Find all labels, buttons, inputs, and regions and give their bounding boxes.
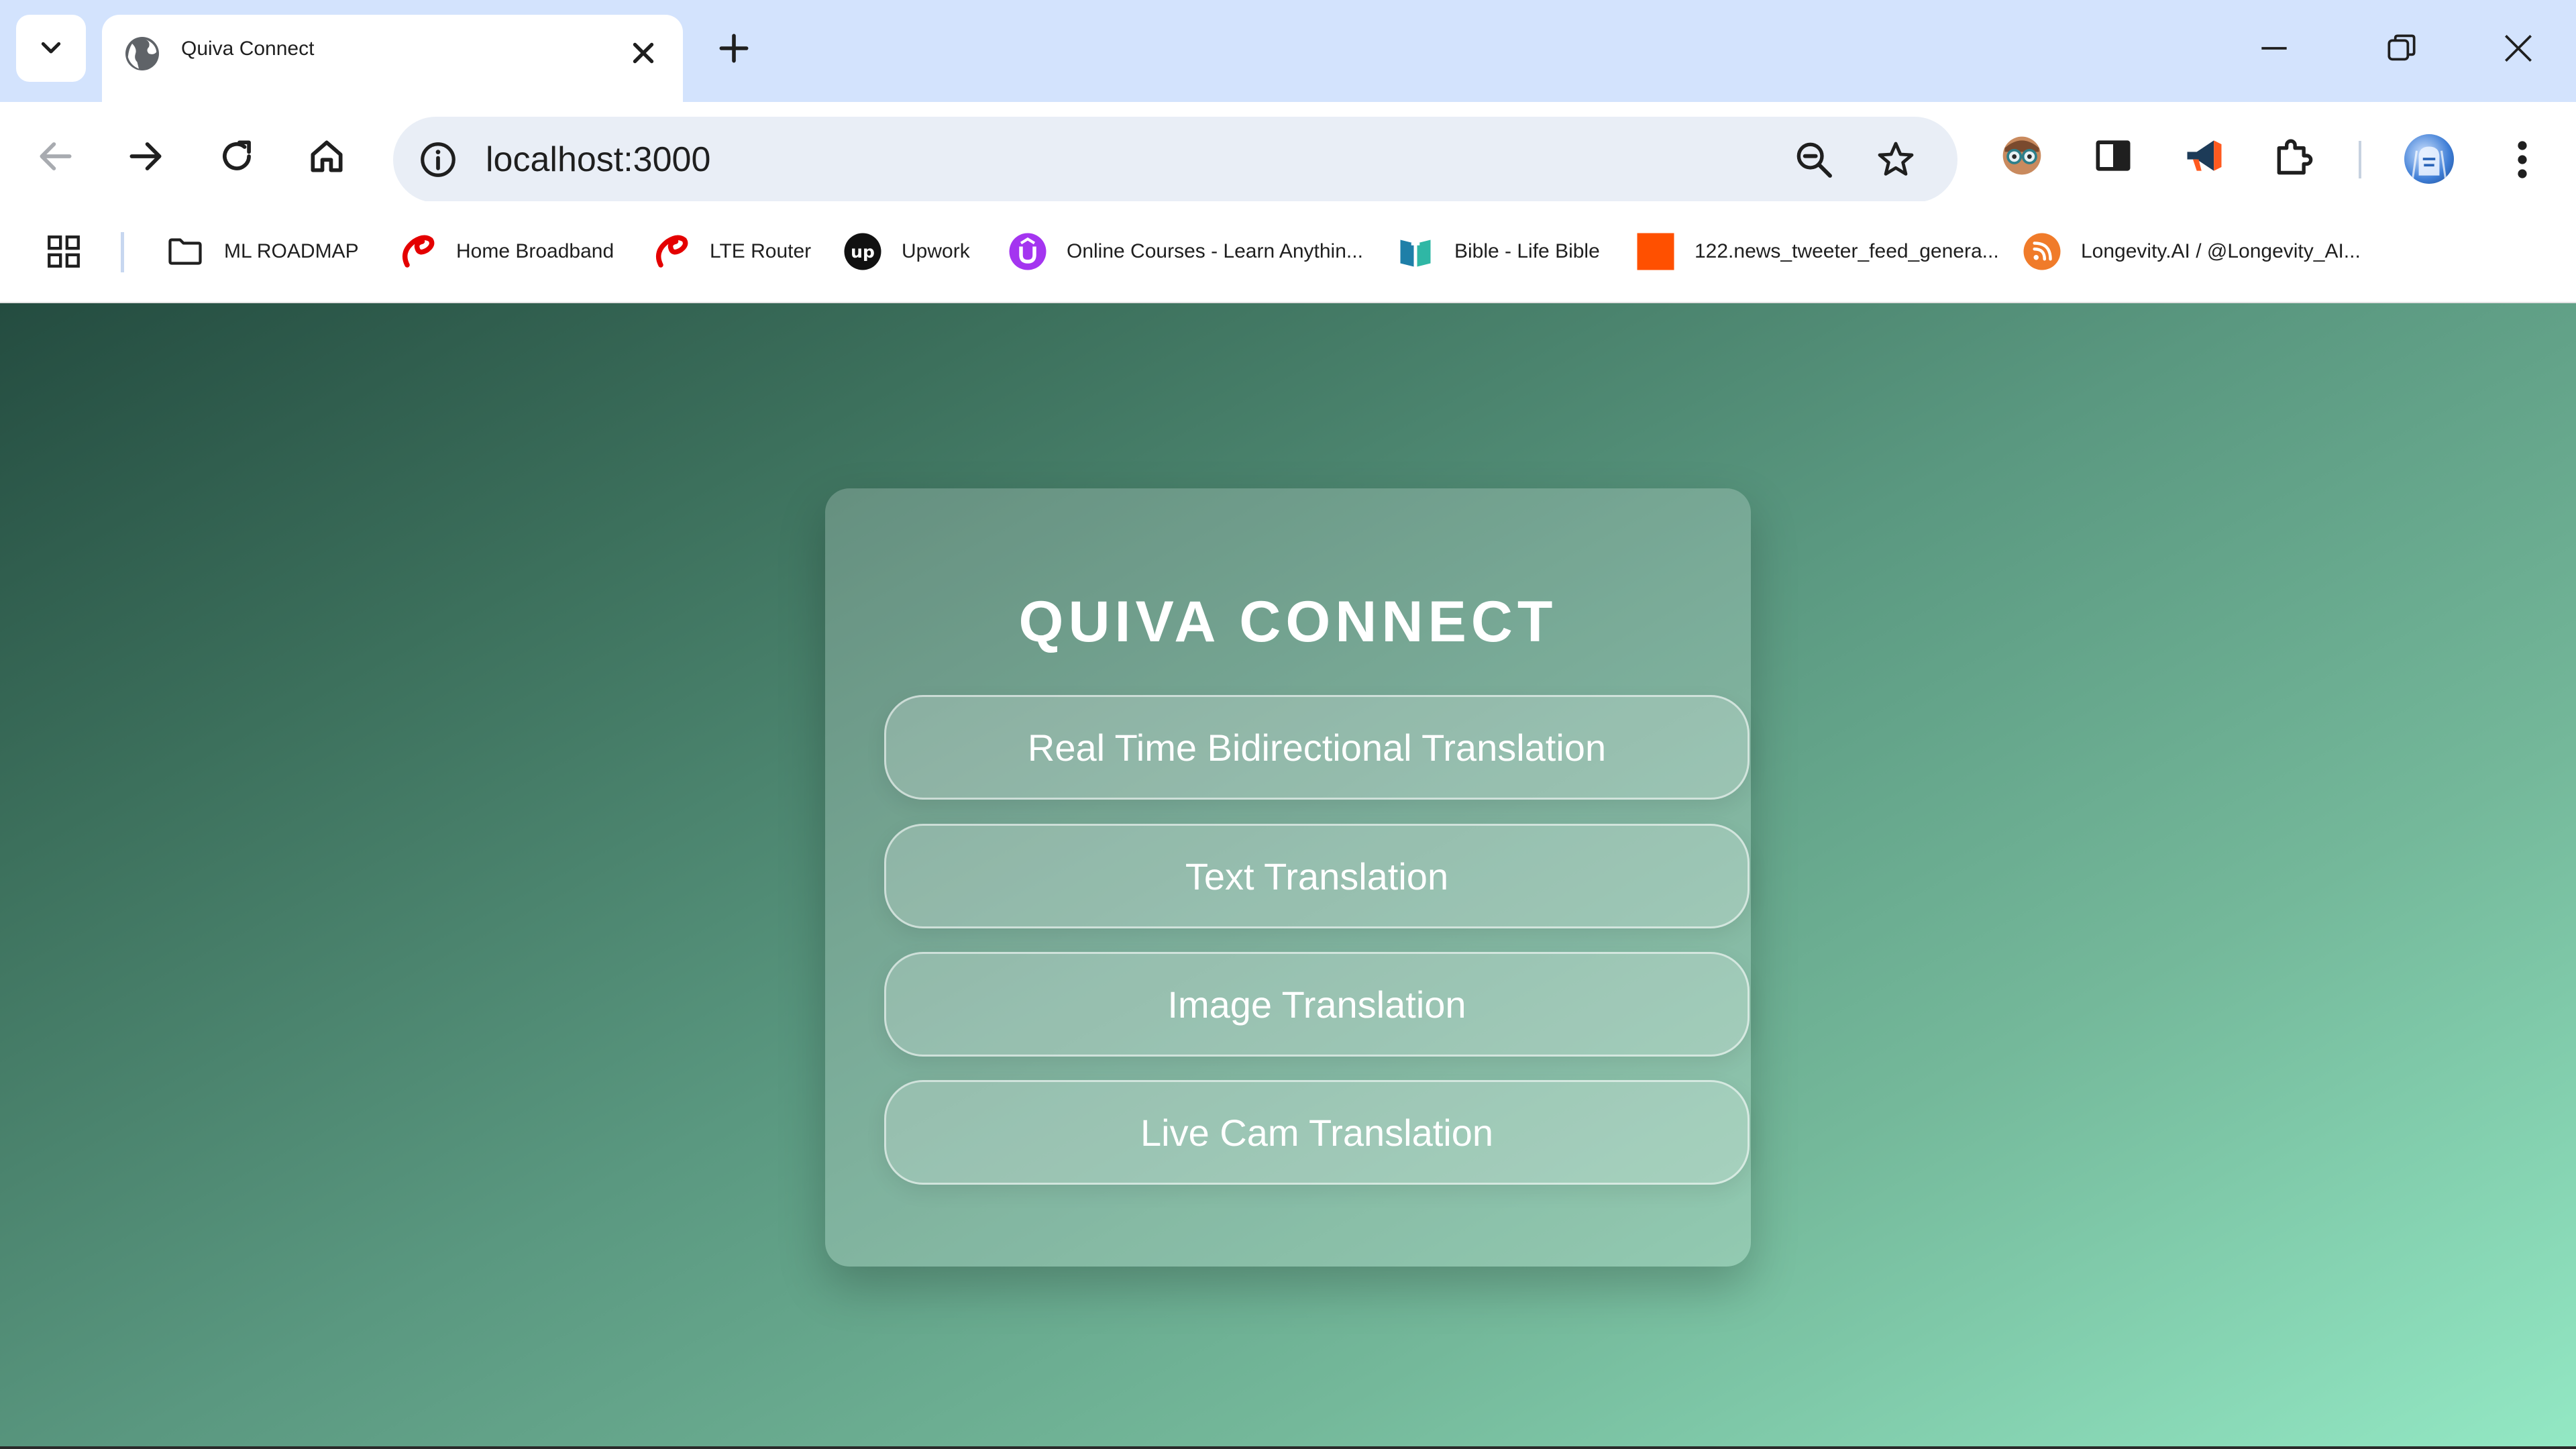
airtel-icon <box>402 235 435 268</box>
bookmark-label: LTE Router <box>710 240 812 262</box>
toolbar-separator <box>2359 141 2361 178</box>
tab-title: Quiva Connect <box>181 38 315 60</box>
tab-strip: Quiva Connect <box>0 0 2576 102</box>
extensions-puzzle-icon[interactable] <box>2271 133 2317 178</box>
rss-icon <box>2023 233 2061 270</box>
minimize-icon[interactable] <box>2255 30 2293 67</box>
upwork-icon: up <box>844 233 881 270</box>
image-translation-button[interactable]: Image Translation <box>884 952 1750 1057</box>
address-bar[interactable]: localhost:3000 <box>393 117 1957 203</box>
bookmarks-bar: ML ROADMAP Home Broadband LTE Router up … <box>0 201 2576 303</box>
text-translation-button[interactable]: Text Translation <box>884 824 1750 928</box>
bible-icon <box>1400 239 1431 267</box>
bookmark-label: ML ROADMAP <box>224 240 359 262</box>
profile-avatar[interactable] <box>2404 134 2454 184</box>
back-arrow-icon[interactable] <box>35 136 76 177</box>
bookmark-label: 122.news_tweeter_feed_genera... <box>1695 240 1999 262</box>
bookmark-upwork[interactable]: up Upwork <box>843 229 970 274</box>
chevron-down-icon <box>41 42 61 54</box>
profile-picture-icon <box>2411 146 2447 180</box>
tab-search-button[interactable] <box>16 15 86 82</box>
page-title: QUIVA CONNECT <box>1018 590 1558 654</box>
reload-icon[interactable] <box>216 136 258 177</box>
bookmark-label: Longevity.AI / @Longevity_AI... <box>2081 240 2361 262</box>
window-bottom-edge <box>0 1446 2576 1449</box>
zoom-out-icon[interactable] <box>1792 138 1835 181</box>
menu-card: QUIVA CONNECT Real Time Bidirectional Tr… <box>825 488 1751 1267</box>
forward-arrow-icon[interactable] <box>125 136 166 177</box>
bookmark-label: Upwork <box>902 240 970 262</box>
folder-icon <box>168 238 202 265</box>
live-cam-translation-button[interactable]: Live Cam Translation <box>884 1080 1750 1185</box>
bookmark-lte-router[interactable]: LTE Router <box>651 229 811 274</box>
site-info-icon[interactable] <box>417 139 459 180</box>
reading-mode-icon[interactable] <box>2090 133 2136 178</box>
globe-icon <box>125 37 159 70</box>
active-tab[interactable]: Quiva Connect <box>102 15 683 102</box>
new-tab-icon[interactable] <box>715 30 753 67</box>
extension-glasses-face-icon[interactable] <box>1999 133 2045 178</box>
close-tab-icon[interactable] <box>627 36 660 70</box>
bookmark-star-icon[interactable] <box>1874 138 1917 181</box>
svg-text:up: up <box>851 242 875 262</box>
more-menu-icon[interactable] <box>2509 136 2536 184</box>
bookmark-bible[interactable]: Bible - Life Bible <box>1395 229 1600 274</box>
restore-icon[interactable] <box>2383 30 2420 67</box>
bookmark-label: Home Broadband <box>456 240 614 262</box>
close-window-icon[interactable] <box>2500 30 2537 67</box>
home-icon[interactable] <box>306 136 347 177</box>
page-background: QUIVA CONNECT Real Time Bidirectional Tr… <box>0 303 2576 1449</box>
bookmark-longevity-ai[interactable]: Longevity.AI / @Longevity_AI... <box>2022 229 2361 274</box>
udemy-icon <box>1009 233 1046 270</box>
real-time-bidirectional-translation-button[interactable]: Real Time Bidirectional Translation <box>884 695 1750 800</box>
apps-grid-icon[interactable] <box>44 232 83 271</box>
bookmark-label: Bible - Life Bible <box>1454 240 1600 262</box>
bookmark-ml-roadmap[interactable]: ML ROADMAP <box>165 229 359 274</box>
browser-toolbar: localhost:3000 <box>0 102 2576 203</box>
megaphone-icon[interactable] <box>2182 133 2227 178</box>
bookmark-home-broadband[interactable]: Home Broadband <box>397 229 614 274</box>
bookmarks-separator <box>121 232 124 272</box>
url-text[interactable]: localhost:3000 <box>486 140 710 180</box>
bookmark-online-courses[interactable]: Online Courses - Learn Anythin... <box>1008 229 1363 274</box>
bookmark-news-tweeter[interactable]: 122.news_tweeter_feed_genera... <box>1635 229 1999 274</box>
orange-square-icon <box>1637 233 1674 270</box>
bookmark-label: Online Courses - Learn Anythin... <box>1067 240 1363 262</box>
airtel-icon <box>655 235 688 268</box>
